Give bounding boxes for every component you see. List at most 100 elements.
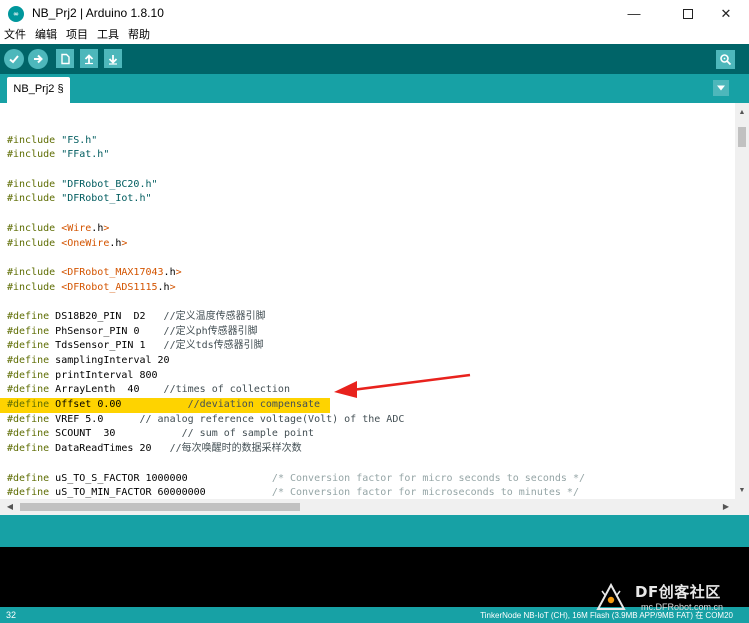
code-token: > (175, 266, 182, 278)
code-line[interactable]: #define uS_TO_S_FACTOR 1000000 /* Conver… (0, 472, 735, 487)
code-token: .h (109, 237, 122, 249)
tab-menu-button[interactable] (713, 80, 729, 96)
code-line[interactable]: #include <Wire.h> (0, 222, 735, 237)
window-titlebar: ∞ NB_Prj2 | Arduino 1.8.10 — ✕ (0, 0, 749, 27)
arduino-app-icon: ∞ (8, 6, 24, 22)
save-button[interactable] (104, 49, 122, 68)
code-token: #include (7, 178, 62, 190)
code-token: VREF 5.0 (55, 413, 140, 425)
code-line[interactable]: #include "FS.h" (0, 134, 735, 149)
highlighted-code-line[interactable]: #define Offset 0.00 //deviation compensa… (0, 398, 330, 413)
code-line[interactable] (0, 251, 735, 266)
watermark-brand: DF创客社区 (635, 583, 721, 601)
code-line[interactable]: #include "FFat.h" (0, 148, 735, 163)
code-token: "FS.h" (61, 134, 98, 146)
code-token: /* Conversion factor for micro seconds t… (271, 472, 585, 484)
tab-bar: NB_Prj2 § (0, 74, 749, 103)
message-area (0, 515, 749, 547)
code-token: uS_TO_S_FACTOR 1000000 (55, 472, 272, 484)
maximize-icon (683, 8, 693, 19)
minimize-button[interactable]: — (611, 0, 657, 27)
code-line[interactable]: #define uS_TO_MIN_FACTOR 60000000 /* Con… (0, 486, 735, 499)
code-token: //times of collection (163, 384, 290, 396)
code-token: samplingInterval 20 (55, 355, 170, 366)
code-token: DS18B20_PIN D2 (55, 310, 164, 322)
code-token: #include (7, 266, 62, 278)
code-line[interactable] (0, 119, 735, 134)
open-button[interactable] (80, 49, 98, 68)
code-line[interactable] (0, 457, 735, 472)
code-token: #define (7, 399, 56, 411)
menu-sketch[interactable]: 项目 (66, 27, 88, 44)
horizontal-scrollbar[interactable]: ◀ ▶ (0, 499, 749, 515)
code-line[interactable]: #include "DFRobot_BC20.h" (0, 178, 735, 193)
code-token: #include (7, 222, 62, 234)
code-line[interactable] (0, 295, 735, 310)
code-token: #define (7, 487, 56, 499)
tab-nb-prj2[interactable]: NB_Prj2 § (7, 77, 70, 103)
menu-help[interactable]: 帮助 (128, 27, 150, 44)
vertical-scrollbar[interactable]: ▲ ▼ (735, 103, 749, 499)
code-token: Offset 0.00 (55, 399, 188, 411)
code-token: #define (7, 443, 56, 455)
new-icon (61, 53, 70, 64)
code-token: <DFRobot_MAX17043 (61, 266, 164, 278)
code-token: #include (7, 134, 62, 146)
code-line[interactable] (0, 207, 735, 222)
code-token: //定义tds传感器引脚 (163, 340, 264, 352)
code-token: #include (7, 193, 62, 205)
code-line[interactable]: #define DataReadTimes 20 //每次唤醒时的数据采样次数 (0, 442, 735, 457)
code-token: // analog reference voltage(Volt) of the… (139, 413, 405, 425)
code-lines: #include "FS.h" #include "FFat.h" #includ… (0, 119, 735, 499)
horizontal-scroll-thumb[interactable] (20, 503, 300, 511)
code-line[interactable]: #define TdsSensor_PIN 1 //定义tds传感器引脚 (0, 339, 735, 354)
code-token: <OneWire (61, 237, 110, 249)
code-token: #define (7, 369, 56, 381)
code-line[interactable]: #include "DFRobot_Iot.h" (0, 192, 735, 207)
code-token: //deviation compensate (187, 399, 321, 411)
verify-button[interactable] (4, 49, 24, 69)
toolbar (0, 44, 749, 74)
upload-icon (34, 54, 43, 64)
scroll-right-icon[interactable]: ▶ (720, 501, 732, 513)
scroll-down-icon[interactable]: ▼ (735, 485, 749, 497)
code-line[interactable]: #define DS18B20_PIN D2 //定义温度传感器引脚 (0, 310, 735, 325)
close-button[interactable]: ✕ (703, 0, 749, 27)
code-token: <Wire (61, 222, 92, 234)
code-token: > (121, 237, 128, 249)
save-icon (108, 54, 118, 65)
menu-file[interactable]: 文件 (4, 27, 26, 44)
code-token: #define (7, 413, 56, 425)
code-token: //定义ph传感器引脚 (163, 325, 258, 337)
code-token: /* Conversion factor for microseconds to… (271, 487, 579, 499)
code-token: #define (7, 340, 56, 352)
code-token: //每次唤醒时的数据采样次数 (169, 443, 302, 455)
code-line[interactable]: #include <DFRobot_MAX17043.h> (0, 266, 735, 281)
code-token: uS_TO_MIN_FACTOR 60000000 (55, 487, 272, 499)
code-editor[interactable]: #include "FS.h" #include "FFat.h" #includ… (0, 103, 735, 499)
code-token: <DFRobot_ADS1115 (61, 281, 158, 293)
code-token: printInterval 800 (55, 369, 158, 381)
code-line[interactable]: #include <DFRobot_ADS1115.h> (0, 281, 735, 296)
code-token: > (169, 281, 176, 293)
code-line[interactable] (0, 163, 735, 178)
serial-monitor-icon (720, 54, 732, 66)
serial-monitor-button[interactable] (716, 50, 735, 69)
new-button[interactable] (56, 49, 74, 68)
menu-tools[interactable]: 工具 (97, 27, 119, 44)
code-line[interactable]: #define SCOUNT 30 // sum of sample point (0, 427, 735, 442)
code-line[interactable]: #define VREF 5.0 // analog reference vol… (0, 413, 735, 428)
menu-edit[interactable]: 编辑 (35, 27, 57, 44)
scroll-left-icon[interactable]: ◀ (4, 501, 16, 513)
code-token: .h (163, 266, 176, 278)
code-token: PhSensor_PIN 0 (55, 325, 164, 337)
code-token: #define (7, 428, 56, 440)
df-watermark: DF创客社区 mc.DFRobot.com.cn (595, 576, 745, 616)
code-line[interactable]: #include <OneWire.h> (0, 237, 735, 252)
vertical-scroll-thumb[interactable] (738, 127, 746, 147)
code-line[interactable]: #define PhSensor_PIN 0 //定义ph传感器引脚 (0, 325, 735, 340)
upload-button[interactable] (28, 49, 48, 69)
code-token: "DFRobot_BC20.h" (61, 178, 158, 190)
code-line[interactable]: #define samplingInterval 20 (0, 354, 735, 369)
scroll-up-icon[interactable]: ▲ (735, 107, 749, 119)
